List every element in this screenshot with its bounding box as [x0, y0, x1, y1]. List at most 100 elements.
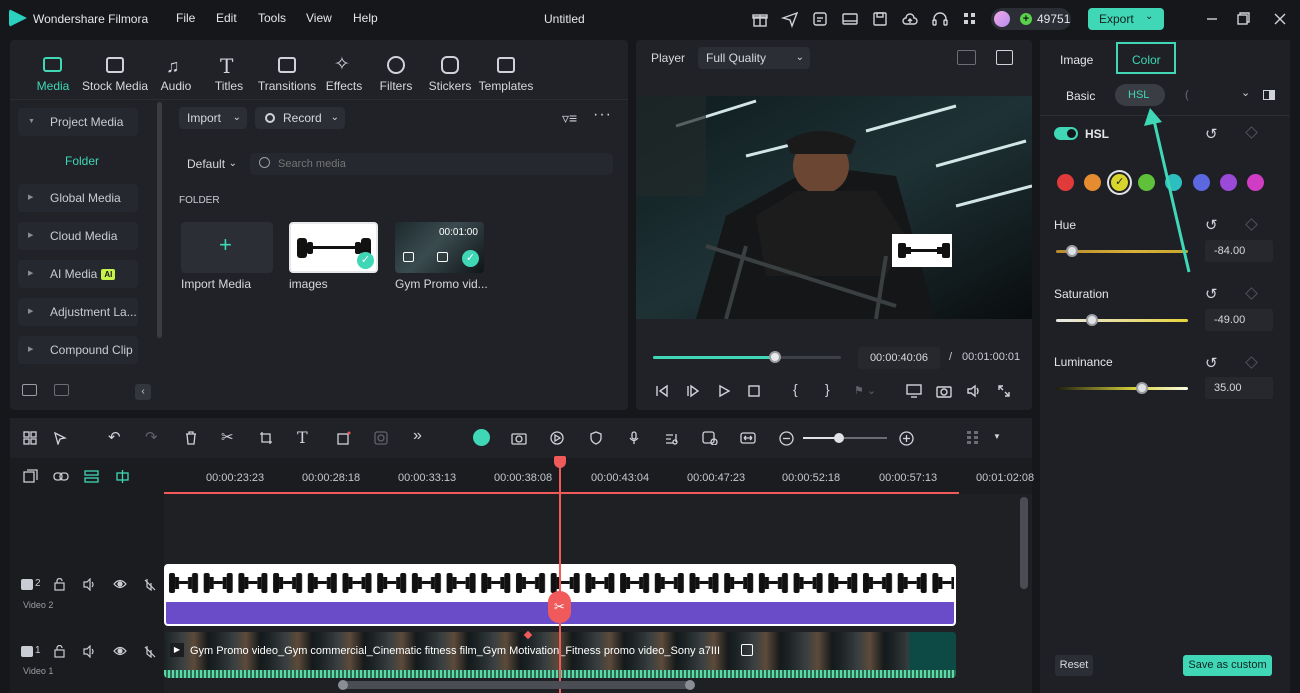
- fullscreen-icon[interactable]: [997, 384, 1011, 398]
- filter-icon[interactable]: ▿≡: [562, 110, 577, 127]
- saturation-slider[interactable]: [1056, 319, 1188, 322]
- color-swatch[interactable]: [1246, 174, 1264, 191]
- microphone-icon[interactable]: [627, 431, 641, 445]
- delete-icon[interactable]: [184, 431, 198, 445]
- tab-color[interactable]: Color: [1116, 42, 1176, 74]
- zoom-out-icon[interactable]: [779, 431, 794, 446]
- scope-chart-icon[interactable]: [996, 50, 1013, 65]
- tab-filters[interactable]: Filters: [376, 52, 416, 96]
- timeline-grid-menu-icon[interactable]: [966, 430, 980, 446]
- images-thumbnail[interactable]: ✓: [289, 222, 378, 273]
- redo-icon[interactable]: ↷: [145, 428, 158, 446]
- compare-icon[interactable]: [1263, 90, 1275, 100]
- search-input[interactable]: [278, 155, 598, 173]
- menu-help[interactable]: Help: [353, 11, 378, 25]
- more-options-icon[interactable]: ···: [593, 106, 612, 124]
- tab-image[interactable]: Image: [1060, 53, 1093, 67]
- tab-stickers[interactable]: Stickers: [428, 52, 472, 96]
- fit-timeline-icon[interactable]: [740, 431, 756, 445]
- headset-icon[interactable]: [931, 10, 949, 28]
- subtab-curves-partial[interactable]: (: [1185, 89, 1189, 101]
- tab-media[interactable]: Media: [30, 52, 76, 96]
- luminance-slider[interactable]: [1056, 387, 1188, 390]
- timeline-horizontal-scrollbar[interactable]: [338, 680, 695, 690]
- shield-icon[interactable]: [589, 431, 603, 445]
- gym-video-thumbnail[interactable]: 00:01:00 ✓: [395, 222, 484, 273]
- volume-icon[interactable]: [966, 384, 982, 398]
- tab-stock-media[interactable]: Stock Media: [82, 52, 148, 96]
- mark-in-icon[interactable]: {: [793, 381, 798, 397]
- gift-icon[interactable]: [751, 10, 769, 28]
- save-custom-button[interactable]: Save as custom: [1183, 655, 1272, 676]
- track-manager-icon[interactable]: [84, 469, 99, 484]
- luminance-slider-knob[interactable]: [1136, 382, 1148, 394]
- shape-icon[interactable]: [337, 431, 351, 445]
- sidebar-scrollbar[interactable]: [157, 102, 162, 338]
- snapshot-icon[interactable]: [936, 384, 952, 398]
- color-swatch[interactable]: [1057, 174, 1074, 191]
- folder-icon[interactable]: [54, 384, 69, 396]
- apps-grid-icon[interactable]: [961, 10, 979, 28]
- color-swatch[interactable]: [1219, 174, 1237, 191]
- split-scissor-icon[interactable]: ✂: [548, 591, 571, 623]
- tab-titles[interactable]: T Titles: [208, 52, 250, 96]
- tab-transitions[interactable]: Transitions: [256, 52, 318, 96]
- scroll-handle-right[interactable]: [685, 680, 695, 690]
- tab-effects[interactable]: ✧ Effects: [322, 52, 366, 96]
- color-swatch[interactable]: ✓: [1111, 174, 1129, 191]
- sidebar-item-cloud-media[interactable]: ▶ Cloud Media: [18, 222, 138, 250]
- sidebar-item-project-media[interactable]: ▼ Project Media: [18, 108, 138, 136]
- feedback-icon[interactable]: [811, 10, 829, 28]
- speaker-icon[interactable]: [83, 578, 96, 591]
- reset-button[interactable]: Reset: [1055, 655, 1093, 676]
- save-icon[interactable]: [871, 10, 889, 28]
- timeline-vertical-scrollbar[interactable]: [1020, 497, 1028, 589]
- lock-icon[interactable]: [54, 645, 65, 658]
- current-time-box[interactable]: 00:00:40:06: [858, 347, 940, 369]
- reset-saturation-icon[interactable]: ↺: [1205, 285, 1218, 303]
- scroll-handle-left[interactable]: [338, 680, 348, 690]
- video-preview[interactable]: [636, 96, 1032, 319]
- speaker-icon[interactable]: [83, 645, 96, 658]
- more-tools-icon[interactable]: »: [413, 427, 422, 445]
- auto-reframe-icon[interactable]: [511, 431, 527, 445]
- sidebar-item-compound-clip[interactable]: ▶ Compound Clip: [18, 336, 138, 364]
- layout-grid-icon[interactable]: [23, 431, 37, 445]
- display-icon[interactable]: [906, 384, 922, 398]
- close-icon[interactable]: [1271, 10, 1289, 28]
- sidebar-item-adjustment-layer[interactable]: ▶ Adjustment La...: [18, 298, 138, 326]
- tab-templates[interactable]: Templates: [478, 52, 534, 96]
- sort-dropdown[interactable]: Default ⌄: [179, 153, 241, 175]
- menu-edit[interactable]: Edit: [216, 11, 237, 25]
- sidebar-item-folder[interactable]: Folder: [65, 154, 99, 168]
- crop-icon[interactable]: [259, 431, 273, 445]
- add-track-icon[interactable]: [23, 469, 38, 484]
- text-tool-icon[interactable]: T: [297, 428, 308, 447]
- ai-audio-icon[interactable]: [702, 431, 718, 445]
- reset-hsl-icon[interactable]: ↺: [1205, 125, 1218, 143]
- quality-dropdown[interactable]: Full Quality ⌄: [698, 47, 810, 69]
- record-dropdown[interactable]: Record ⌄: [255, 107, 345, 129]
- caret-down-icon[interactable]: ▼: [993, 432, 1001, 441]
- grid-view-icon[interactable]: [957, 50, 976, 65]
- sidebar-item-global-media[interactable]: ▶ Global Media: [18, 184, 138, 212]
- sidebar-item-ai-media[interactable]: ▶ AI Media AI: [18, 260, 138, 288]
- reset-luminance-icon[interactable]: ↺: [1205, 354, 1218, 372]
- send-icon[interactable]: [781, 10, 799, 28]
- playhead-handle[interactable]: [554, 456, 566, 468]
- play-icon[interactable]: [717, 384, 731, 398]
- saturation-slider-knob[interactable]: [1086, 314, 1098, 326]
- stop-icon[interactable]: [747, 384, 761, 398]
- snap-icon[interactable]: [115, 469, 130, 484]
- cut-icon[interactable]: ✂: [221, 428, 234, 446]
- speed-icon[interactable]: [550, 431, 564, 445]
- ai-assistant-icon[interactable]: [473, 429, 490, 446]
- color-swatch[interactable]: [1084, 174, 1102, 191]
- import-dropdown[interactable]: Import ⌄: [179, 107, 247, 129]
- eye-icon[interactable]: [113, 645, 127, 657]
- chevron-down-icon[interactable]: ⌄: [1241, 86, 1250, 99]
- tab-audio[interactable]: ♫ Audio: [156, 52, 196, 96]
- menu-view[interactable]: View: [306, 11, 332, 25]
- zoom-in-icon[interactable]: [899, 431, 914, 446]
- import-media-tile[interactable]: +: [181, 222, 273, 273]
